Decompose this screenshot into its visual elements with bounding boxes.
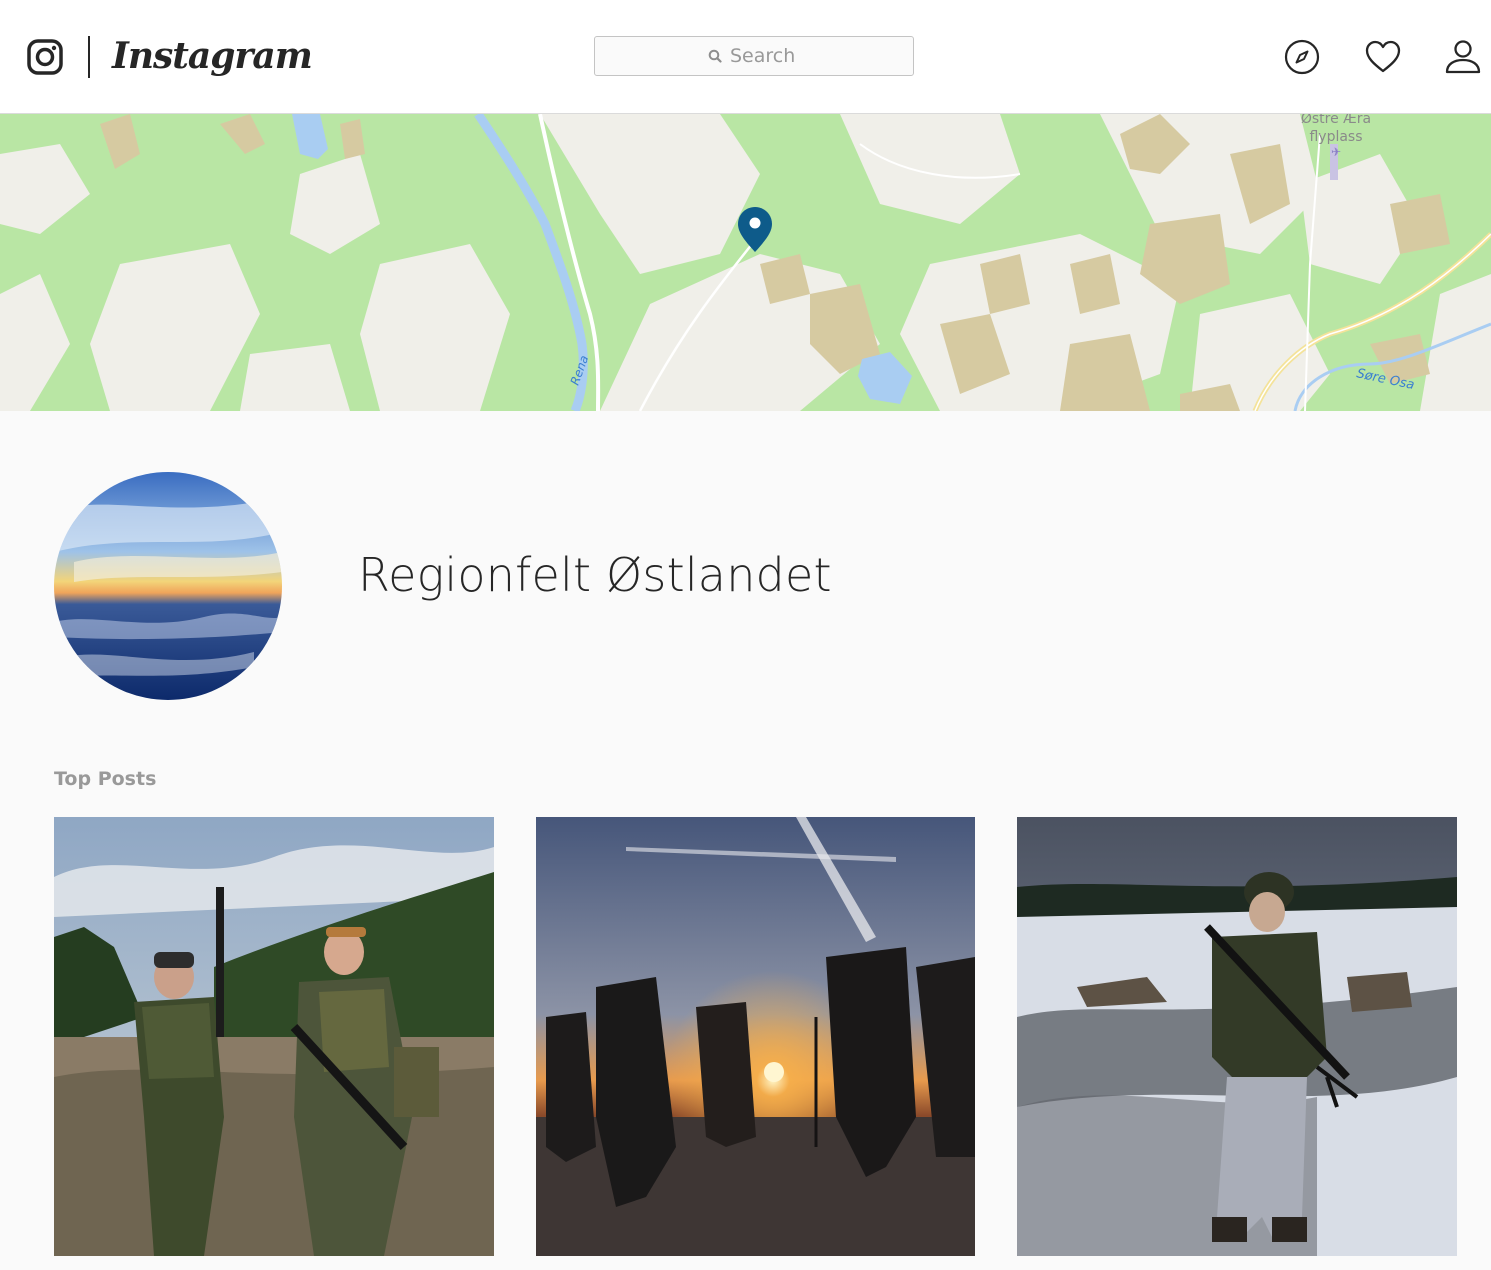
- compass-icon[interactable]: [1283, 38, 1321, 76]
- search-box[interactable]: [594, 36, 914, 76]
- top-post-1[interactable]: [54, 817, 494, 1256]
- person-icon[interactable]: [1444, 38, 1482, 76]
- map-label-airfield: Østre Æra: [1301, 114, 1371, 127]
- search-input[interactable]: [730, 45, 800, 67]
- svg-text:✈: ✈: [1331, 145, 1341, 159]
- logo-divider: [88, 36, 90, 78]
- map-label-airfield-2: flyplass: [1309, 129, 1362, 145]
- heart-icon[interactable]: [1364, 38, 1402, 76]
- instagram-camera-icon[interactable]: [26, 38, 64, 76]
- location-avatar: [54, 472, 282, 700]
- top-post-3[interactable]: [1017, 817, 1457, 1256]
- top-navigation-bar: Instagram: [0, 0, 1491, 114]
- search-icon: [708, 49, 722, 63]
- location-title: Regionfelt Østlandet: [358, 548, 832, 602]
- top-post-2[interactable]: [536, 817, 975, 1256]
- top-posts-heading: Top Posts: [54, 768, 157, 790]
- instagram-wordmark-logo[interactable]: Instagram: [112, 30, 313, 82]
- location-map[interactable]: ✈ Østre Æra flyplass Rena Søre Osa: [0, 114, 1491, 411]
